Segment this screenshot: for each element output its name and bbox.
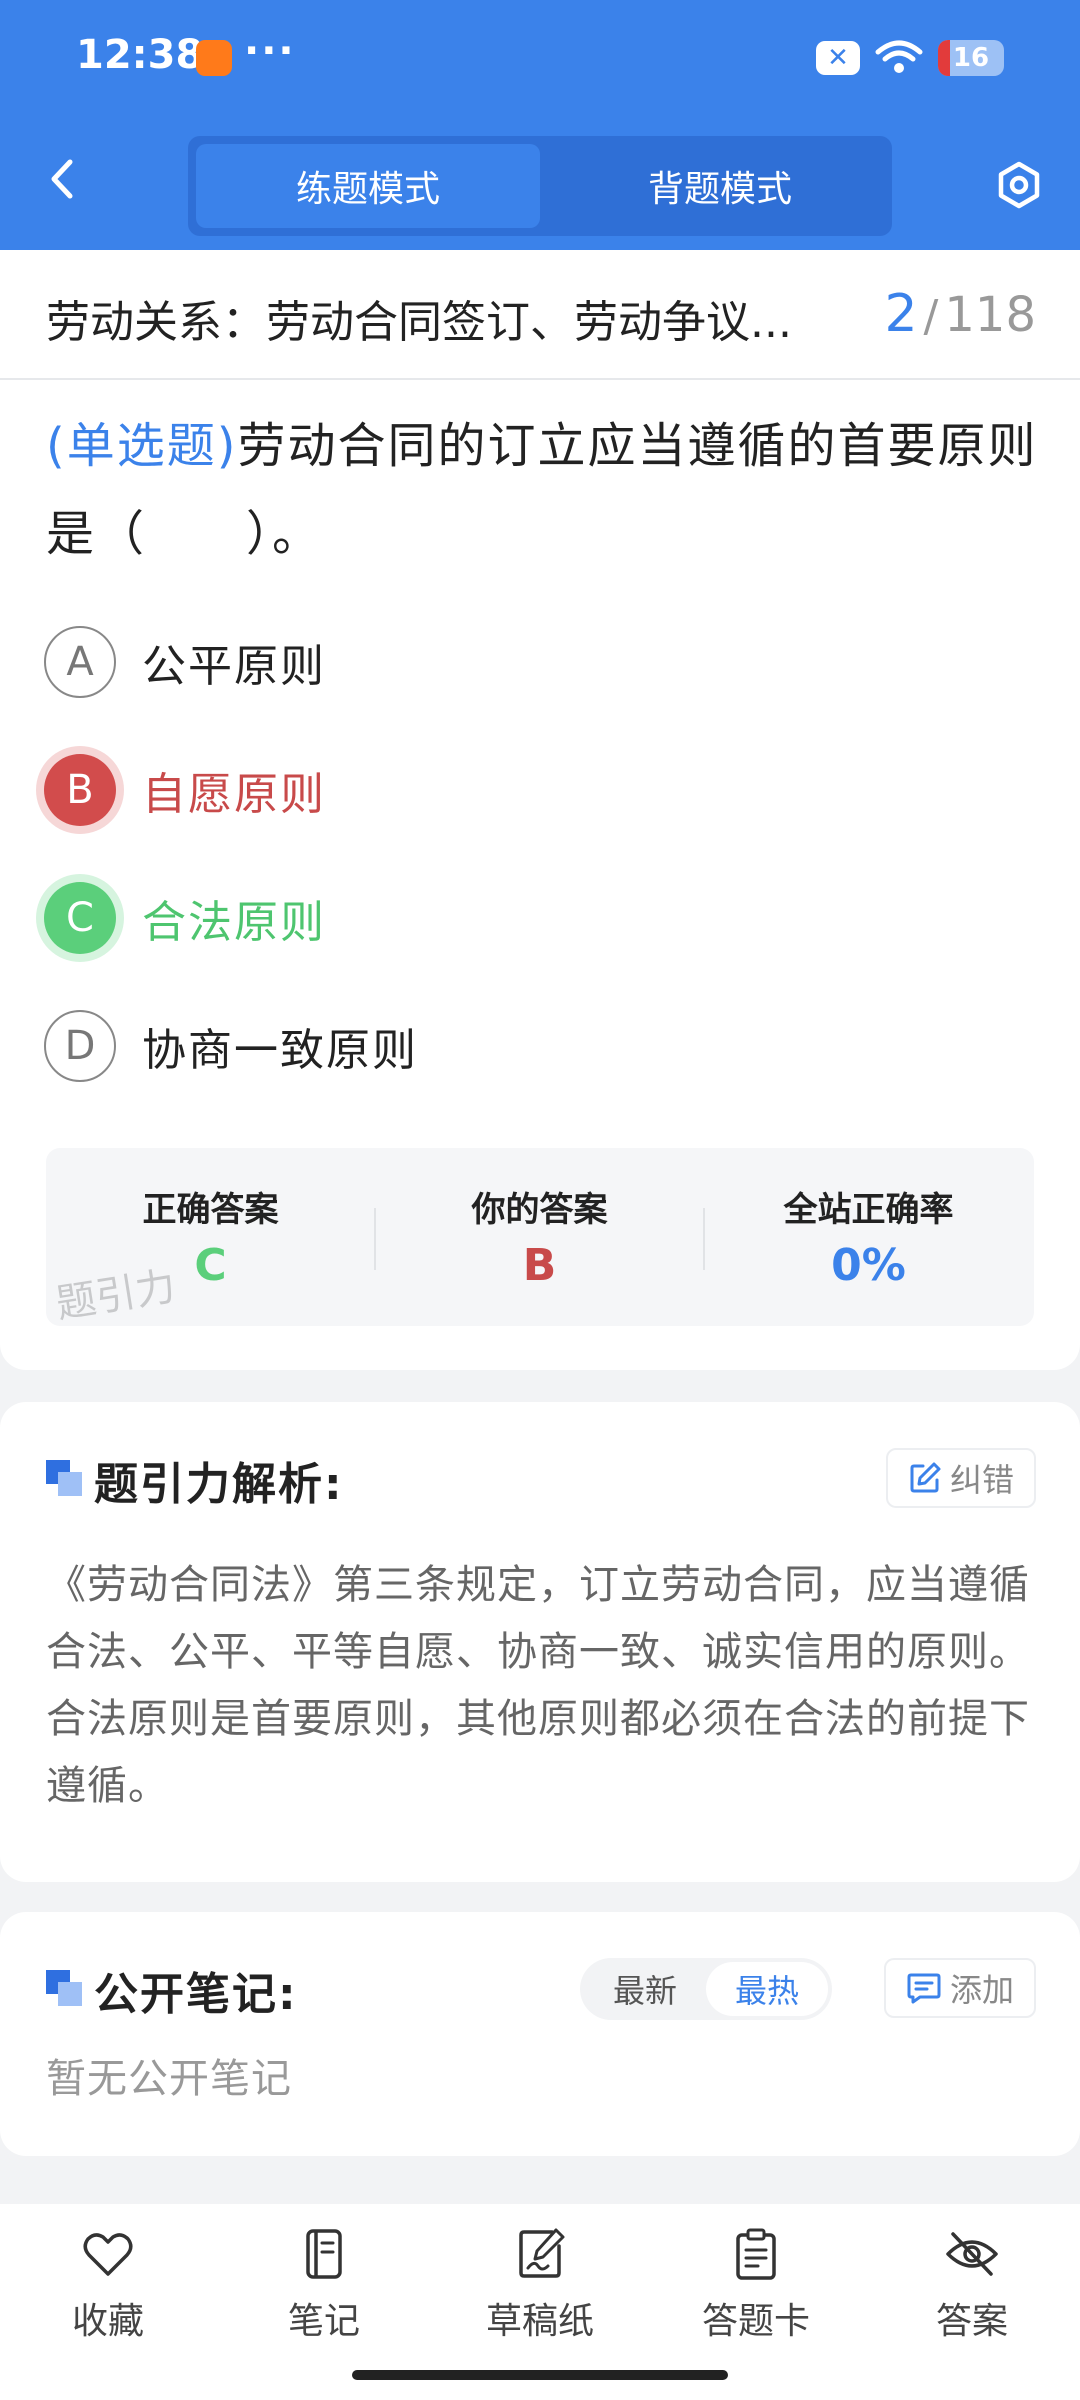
back-arrow-icon[interactable] xyxy=(40,156,86,202)
your-answer-label: 你的答案 xyxy=(471,1190,608,1230)
option-text: 公平原则 xyxy=(142,641,326,692)
battery-indicator: 16 xyxy=(938,40,1004,76)
favorite-button[interactable]: 收藏 xyxy=(28,2226,188,2344)
option-c[interactable]: C 合法原则 xyxy=(44,880,326,956)
progress-current: 2 xyxy=(884,284,918,344)
question-card: 劳动关系：劳动合同签订、劳动争议... 2/118 (单选题)劳动合同的订立应当… xyxy=(0,250,1080,1370)
notebook-icon xyxy=(306,2229,342,2279)
option-letter: A xyxy=(44,626,116,698)
mode-switch: 练题模式 背题模式 xyxy=(188,136,892,236)
edit-icon xyxy=(910,1462,941,1493)
draft-icon xyxy=(519,2228,565,2278)
question-type: (单选题) xyxy=(46,418,238,474)
option-d[interactable]: D 协商一致原则 xyxy=(44,1008,418,1084)
answer-sheet-icon xyxy=(736,2228,776,2280)
your-answer-value: B xyxy=(522,1240,557,1291)
draft-paper-label: 草稿纸 xyxy=(485,2301,594,2342)
comment-icon xyxy=(907,1973,941,2004)
sort-hottest[interactable]: 最热 xyxy=(706,1962,828,2016)
battery-level: 16 xyxy=(952,43,990,73)
option-text: 合法原则 xyxy=(142,897,326,948)
accuracy-value: 0% xyxy=(831,1240,906,1291)
add-note-button[interactable]: 添加 xyxy=(883,1958,1036,2018)
correct-answer-label: 正确答案 xyxy=(142,1190,279,1230)
your-answer-block: 你的答案 B xyxy=(375,1148,704,1326)
answer-sheet-label: 答题卡 xyxy=(701,2301,810,2342)
settings-icon[interactable] xyxy=(994,160,1044,210)
answer-sheet-button[interactable]: 答题卡 xyxy=(676,2226,836,2344)
tab-practice-mode[interactable]: 练题模式 xyxy=(196,144,540,228)
sim-off-icon: ✕ xyxy=(816,41,860,75)
add-note-label: 添加 xyxy=(949,1971,1014,2009)
option-a[interactable]: A 公平原则 xyxy=(44,624,326,700)
question-text: (单选题)劳动合同的订立应当遵循的首要原则是（ ）。 xyxy=(46,402,1046,578)
wifi-icon xyxy=(875,40,923,73)
question-progress[interactable]: 2/118 xyxy=(884,284,1036,344)
option-b[interactable]: B 自愿原则 xyxy=(44,752,326,828)
status-icons: ✕ 16 xyxy=(816,38,1004,78)
analysis-text: 《劳动合同法》第三条规定，订立劳动合同，应当遵循合法、公平、平等自愿、协商一致、… xyxy=(46,1562,1030,1809)
answer-summary: 正确答案 C 你的答案 B 全站正确率 0% 题引力 xyxy=(46,1148,1034,1326)
analysis-card: 题引力解析: 纠错 《劳动合同法》第三条规定，订立劳动合同，应当遵循合法、公平、… xyxy=(0,1402,1080,1882)
home-indicator[interactable] xyxy=(352,2370,728,2380)
option-text: 自愿原则 xyxy=(142,769,326,820)
notification-app-icon xyxy=(196,40,232,76)
eye-off-icon xyxy=(946,2232,998,2276)
more-notifications-icon: ··· xyxy=(244,28,296,74)
draft-paper-button[interactable]: 草稿纸 xyxy=(460,2226,620,2344)
notes-sort-toggle: 最新 最热 xyxy=(580,1958,832,2020)
heart-icon xyxy=(83,2233,133,2276)
favorite-label: 收藏 xyxy=(71,2301,144,2342)
option-text: 协商一致原则 xyxy=(142,1025,418,1076)
chapter-title: 劳动关系：劳动合同签订、劳动争议... xyxy=(46,297,792,348)
top-header: 12:38 ··· ✕ 16 练题模式 背题模式 xyxy=(0,0,1080,250)
section-icon xyxy=(46,1460,82,1496)
show-answer-label: 答案 xyxy=(935,2301,1008,2342)
sort-latest[interactable]: 最新 xyxy=(584,1962,706,2016)
accuracy-label: 全站正确率 xyxy=(783,1190,954,1230)
chapter-row: 劳动关系：劳动合同签订、劳动争议... 2/118 xyxy=(0,250,1080,380)
status-time: 12:38 xyxy=(76,32,204,78)
option-letter: C xyxy=(44,882,116,954)
section-icon xyxy=(46,1970,82,2006)
tab-recite-mode[interactable]: 背题模式 xyxy=(548,144,892,228)
accuracy-block: 全站正确率 0% xyxy=(704,1148,1033,1326)
option-letter: B xyxy=(44,754,116,826)
empty-notes-text: 暂无公开笔记 xyxy=(46,2056,292,2102)
analysis-title: 题引力解析: xyxy=(94,1459,344,1510)
report-error-label: 纠错 xyxy=(949,1461,1014,1499)
option-letter: D xyxy=(44,1010,116,1082)
show-answer-button[interactable]: 答案 xyxy=(892,2226,1052,2344)
progress-total: 118 xyxy=(944,287,1036,343)
public-notes-card: 公开笔记: 最新 最热 添加 暂无公开笔记 xyxy=(0,1912,1080,2156)
notes-button[interactable]: 笔记 xyxy=(244,2226,404,2344)
notes-label: 笔记 xyxy=(287,2301,360,2342)
report-error-button[interactable]: 纠错 xyxy=(885,1448,1036,1508)
notes-title: 公开笔记: xyxy=(94,1969,298,2020)
bottom-toolbar: 收藏 笔记 草稿纸 答题卡 答案 xyxy=(0,2204,1080,2400)
